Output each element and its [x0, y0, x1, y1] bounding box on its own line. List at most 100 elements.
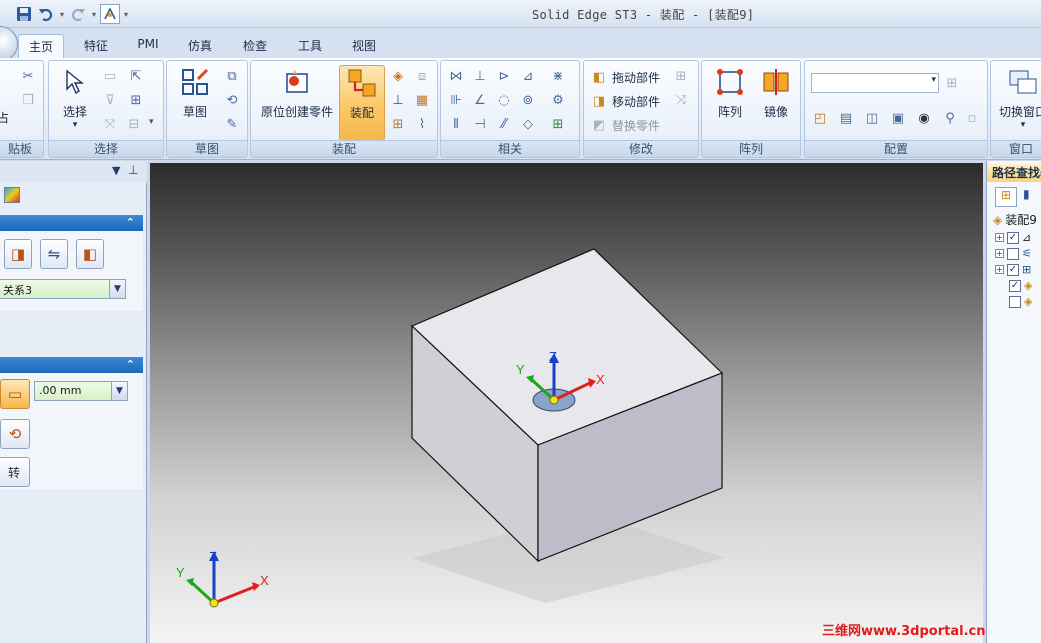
- expand-icon[interactable]: +: [995, 233, 1004, 242]
- transfer-icon[interactable]: ⤨: [672, 91, 690, 109]
- tab-home[interactable]: 主页: [18, 34, 64, 58]
- tree-item-part-1[interactable]: ✓ ◈: [1009, 278, 1032, 293]
- undo-icon[interactable]: [36, 4, 56, 24]
- move-component-button[interactable]: ◨ 移动部件: [590, 91, 660, 111]
- configuration-combo[interactable]: ▾: [811, 73, 939, 93]
- tab-view[interactable]: 视图: [342, 34, 386, 58]
- offset-value-combo[interactable]: .00 mm ▼: [34, 381, 128, 401]
- tab-tools[interactable]: 工具: [288, 34, 332, 58]
- checkbox[interactable]: ✓: [1007, 231, 1019, 244]
- triad-origin[interactable]: [549, 395, 559, 405]
- pencil-icon[interactable]: ✎: [223, 115, 241, 133]
- options-icon[interactable]: ◧: [76, 239, 104, 269]
- checkbox[interactable]: [1007, 247, 1019, 260]
- select-part-icon[interactable]: ⊞: [127, 91, 145, 109]
- wire-icon[interactable]: ⌇: [413, 115, 431, 133]
- assemble-button[interactable]: 装配: [339, 65, 385, 141]
- disperse-icon[interactable]: ⧈: [413, 67, 431, 85]
- chevron-down-icon[interactable]: ▼: [109, 280, 125, 298]
- panel-menu-icon[interactable]: ▼: [112, 164, 120, 177]
- insert-relation-icon[interactable]: ⊿: [519, 67, 537, 85]
- tree-item-part-2[interactable]: ◈: [1009, 294, 1032, 309]
- mirror-button[interactable]: 镜像: [754, 65, 798, 141]
- cam-icon[interactable]: ⊚: [519, 91, 537, 109]
- window-select-icon[interactable]: ⊟: [125, 115, 143, 133]
- customize-icon[interactable]: ▾: [122, 10, 130, 19]
- model-canvas[interactable]: Z X Y Z X Y: [150, 163, 983, 643]
- filter-icon[interactable]: ⊽: [101, 91, 119, 109]
- frame-icon[interactable]: ▦: [413, 91, 431, 109]
- fit-icon[interactable]: ⤧: [101, 115, 119, 133]
- replace-part-button[interactable]: ◩ 替换零件: [590, 115, 660, 135]
- select-box-icon[interactable]: ▭: [101, 67, 119, 85]
- pin-icon[interactable]: ⊥: [128, 163, 138, 177]
- parallel-icon[interactable]: ⫴: [447, 115, 465, 133]
- checkbox[interactable]: ✓: [1009, 279, 1021, 292]
- angle-icon[interactable]: ∠: [471, 91, 489, 109]
- tangent-icon[interactable]: ◌: [495, 91, 513, 109]
- relation-section-header[interactable]: ⌃: [0, 215, 143, 231]
- relationship-assistant-icon[interactable]: ⊞: [549, 115, 567, 133]
- connect-icon[interactable]: ⊪: [447, 91, 465, 109]
- tab-features[interactable]: 特征: [74, 34, 118, 58]
- redo-icon[interactable]: [68, 4, 88, 24]
- alternate-icon[interactable]: ◫: [863, 109, 881, 127]
- fastener-icon[interactable]: ⊥: [389, 91, 407, 109]
- insert-part-icon[interactable]: ◈: [389, 67, 407, 85]
- offset-section-header[interactable]: ⌃: [0, 357, 143, 373]
- tree-item-coordinate-systems[interactable]: + ✓ ⊿: [995, 230, 1031, 245]
- relation-combo[interactable]: 关系3 ▼: [0, 279, 126, 299]
- select-button[interactable]: 选择 ▾: [53, 65, 97, 141]
- lock-rotation-icon[interactable]: ⟲: [0, 419, 30, 449]
- pattern-button[interactable]: 阵列: [708, 65, 752, 141]
- assembly-icon[interactable]: [100, 4, 120, 24]
- mate-icon[interactable]: ⋈: [447, 67, 465, 85]
- fixed-offset-icon[interactable]: ▭: [0, 379, 30, 409]
- layers-tab-icon[interactable]: ▮: [1023, 187, 1041, 207]
- tab-pmi[interactable]: PMI: [128, 34, 168, 58]
- checkbox[interactable]: ✓: [1007, 263, 1019, 276]
- chevron-down-icon[interactable]: ▾: [149, 117, 154, 127]
- tree-item-reference-planes[interactable]: + ⚟: [995, 246, 1032, 261]
- axial-align-icon[interactable]: ⊳: [495, 67, 513, 85]
- project-icon[interactable]: ⟲: [223, 91, 241, 109]
- tree-item-sketches[interactable]: + ✓ ⊞: [995, 262, 1031, 277]
- flashfit-icon[interactable]: ⋇: [549, 67, 567, 85]
- save-icon[interactable]: [14, 4, 34, 24]
- checkbox[interactable]: [1009, 295, 1021, 308]
- tab-simulation[interactable]: 仿真: [178, 34, 222, 58]
- create-in-place-button[interactable]: 原位创建零件: [255, 65, 339, 141]
- ground-icon[interactable]: ⊣: [471, 115, 489, 133]
- pathfinder-tab-icon[interactable]: ⊞: [995, 187, 1017, 207]
- color-icon[interactable]: [4, 187, 20, 203]
- edit-definition-icon[interactable]: ⊞: [672, 67, 690, 85]
- camera-icon[interactable]: ◉: [915, 109, 933, 127]
- zone-icon[interactable]: ▤: [837, 109, 855, 127]
- path-icon[interactable]: ⁄⁄: [495, 115, 513, 133]
- copy-icon[interactable]: ❐: [19, 91, 37, 109]
- query-icon[interactable]: ⚲: [941, 109, 959, 127]
- rotate-button[interactable]: 转: [0, 457, 30, 487]
- hide-icon[interactable]: ▫: [963, 109, 981, 127]
- sketch-view-icon[interactable]: ⧉: [223, 67, 241, 85]
- switch-window-button[interactable]: 切换窗口 ▾: [995, 65, 1041, 141]
- expand-icon[interactable]: +: [995, 249, 1004, 258]
- tab-inspect[interactable]: 检查: [232, 34, 278, 58]
- sketch-button[interactable]: 草图: [173, 65, 217, 141]
- select-tool-icon[interactable]: ⇱: [127, 67, 145, 85]
- dropdown-arrow-icon[interactable]: ▾: [90, 10, 98, 19]
- chevron-down-icon[interactable]: ▼: [111, 382, 127, 400]
- gear-icon[interactable]: ⚙: [549, 91, 567, 109]
- dropdown-arrow-icon[interactable]: ▾: [58, 10, 66, 19]
- pipe-icon[interactable]: ⊞: [389, 115, 407, 133]
- save-config-icon[interactable]: ⊞: [943, 74, 961, 92]
- cut-icon[interactable]: ✂: [19, 67, 37, 85]
- expand-icon[interactable]: +: [995, 265, 1004, 274]
- display-config-icon[interactable]: ◰: [811, 109, 829, 127]
- relation-type-icon[interactable]: ◨: [4, 239, 32, 269]
- paste-label[interactable]: 占: [0, 109, 9, 126]
- graphics-viewport[interactable]: Z X Y Z X Y: [150, 163, 983, 643]
- match-icon[interactable]: ◇: [519, 115, 537, 133]
- planar-align-icon[interactable]: ⊥: [471, 67, 489, 85]
- flip-icon[interactable]: ⇋: [40, 239, 68, 269]
